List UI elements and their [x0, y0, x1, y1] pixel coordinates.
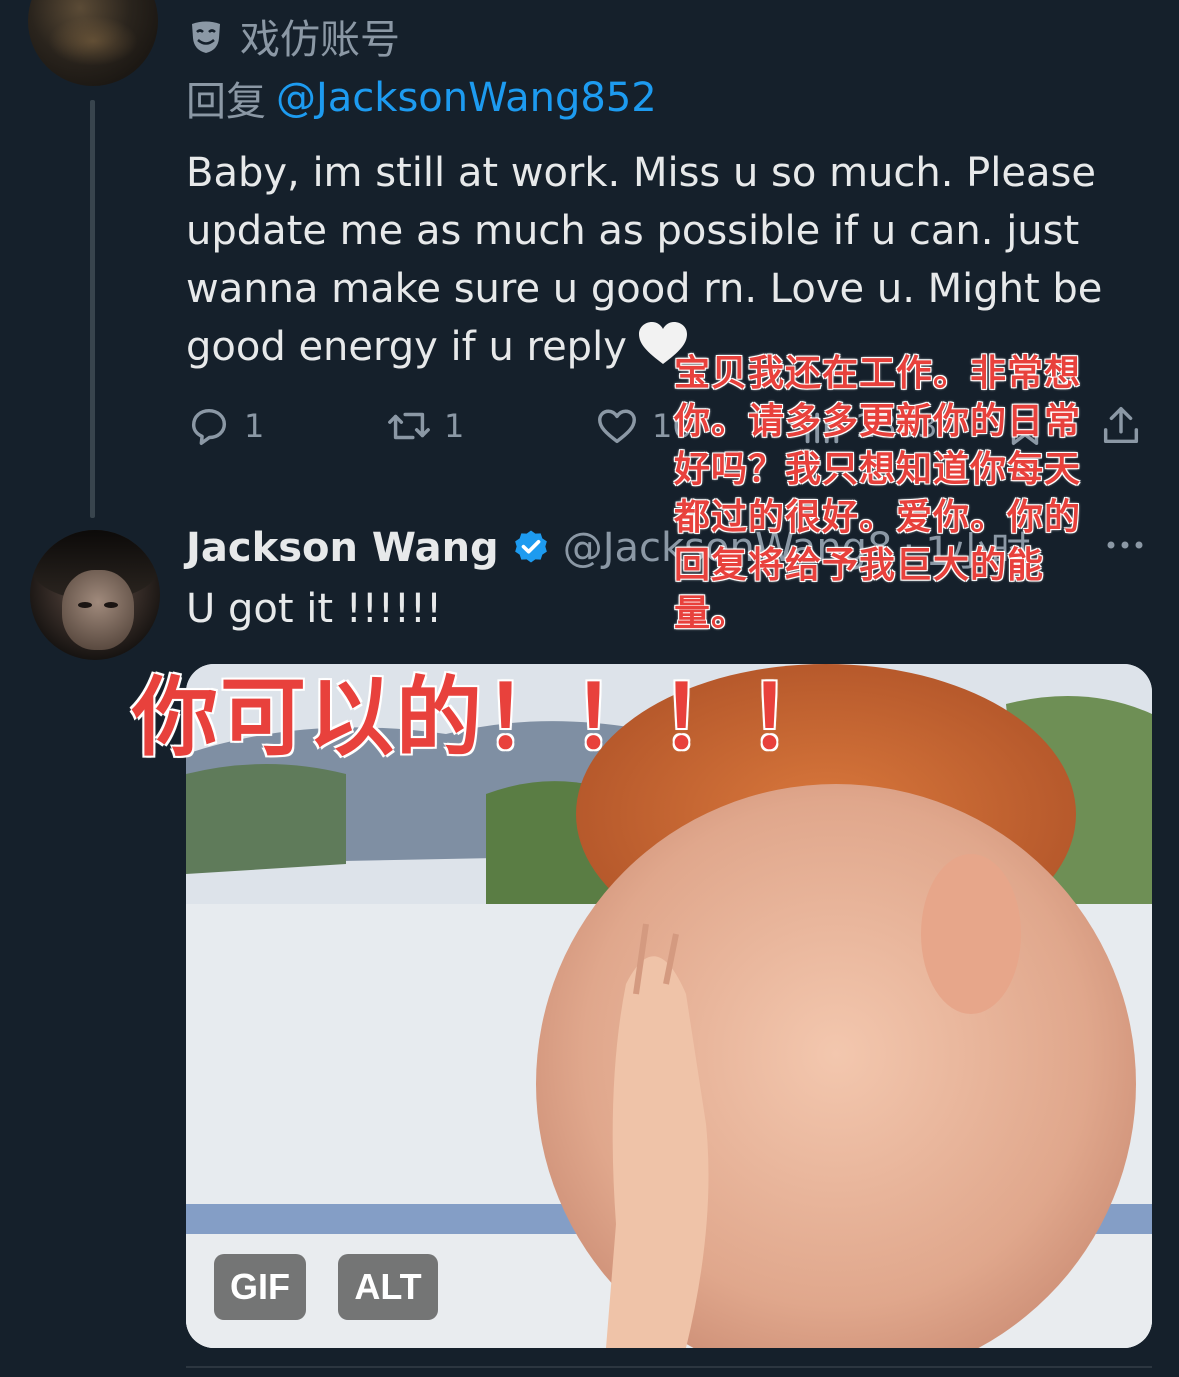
replying-to-row: 回复 @JacksonWang852 [186, 68, 657, 128]
reply-action[interactable]: 1 [186, 400, 264, 452]
chinese-translation-overlay: 宝贝我还在工作。非常想你。请多多更新你的日常好吗？我只想知道你每天都过的很好。爱… [674, 353, 1082, 634]
display-name[interactable]: Jackson Wang [186, 525, 499, 571]
jackson-wang-avatar[interactable] [30, 530, 160, 660]
replying-to-label: 回复 [186, 79, 266, 125]
heart-icon [598, 409, 636, 444]
parody-label-row: 戏仿账号 [186, 6, 400, 66]
gif-badge: GIF [214, 1254, 306, 1320]
thread-line [90, 100, 95, 518]
parody-account-avatar[interactable] [28, 0, 158, 86]
reply-handle-link[interactable]: @JacksonWang852 [276, 75, 657, 121]
reply-tweet-text: U got it !!!!!! [186, 586, 442, 632]
alt-text-button[interactable]: ALT [338, 1254, 438, 1320]
parody-mask-icon [192, 21, 220, 53]
retweet-count: 1 [444, 407, 465, 445]
next-item-edge [186, 1366, 1152, 1368]
chinese-caption-overlay: 你可以的！！！！ [132, 668, 836, 768]
parody-account-label: 戏仿账号 [240, 17, 400, 63]
parent-tweet-text: Baby, im still at work. Miss u so much. … [186, 144, 1126, 382]
retweet-action[interactable]: 1 [386, 400, 464, 452]
reply-count: 1 [244, 407, 265, 445]
verified-badge-icon [514, 530, 547, 563]
retweet-icon [388, 412, 430, 440]
reply-icon [191, 408, 227, 445]
